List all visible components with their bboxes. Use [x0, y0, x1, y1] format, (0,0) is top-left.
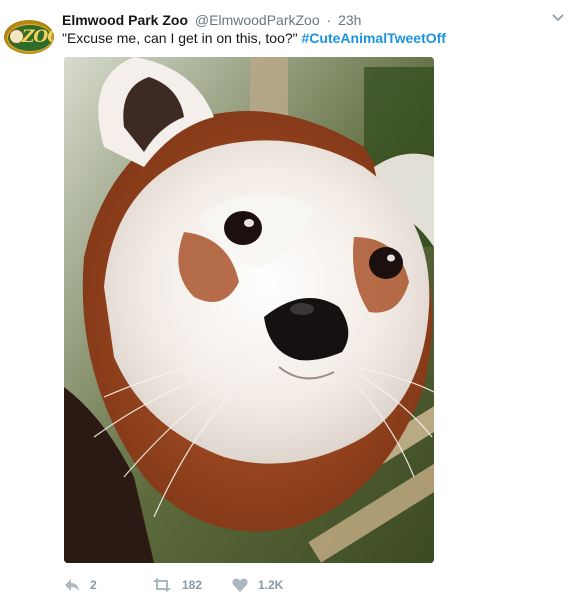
reply-count: 2: [90, 578, 97, 592]
hashtag-link[interactable]: #CuteAnimalTweetOff: [302, 30, 446, 46]
tweet-media-photo[interactable]: [64, 57, 434, 563]
header-separator: ·: [326, 12, 332, 28]
tweet-header: Elmwood Park Zoo @ElmwoodParkZoo · 23h: [62, 11, 546, 29]
author-handle[interactable]: @ElmwoodParkZoo: [195, 12, 320, 28]
like-count: 1.2K: [258, 578, 284, 592]
tweet-timestamp[interactable]: 23h: [338, 12, 361, 28]
chevron-down-icon: [552, 14, 564, 22]
author-name[interactable]: Elmwood Park Zoo: [62, 12, 188, 28]
red-panda-photo: [64, 57, 434, 563]
tweet-body: "Excuse me, can I get in on this, too?": [62, 30, 298, 46]
tweet-card[interactable]: ZOO Elmwood Park Zoo @ElmwoodParkZoo · 2…: [0, 0, 576, 599]
more-options-button[interactable]: [550, 10, 566, 26]
avatar-logo-text: ZOO: [22, 27, 54, 47]
retweet-count: 182: [182, 578, 203, 592]
retweet-button[interactable]: 182: [152, 578, 232, 592]
retweet-icon: [153, 578, 171, 592]
tweet-actions: 2 182 1.2K: [64, 576, 283, 594]
heart-icon: [232, 578, 248, 592]
avatar[interactable]: ZOO: [4, 20, 54, 54]
reply-icon: [65, 579, 79, 591]
reply-button[interactable]: 2: [64, 578, 152, 592]
like-button[interactable]: 1.2K: [232, 578, 283, 592]
tweet-text: "Excuse me, can I get in on this, too?" …: [62, 29, 556, 47]
